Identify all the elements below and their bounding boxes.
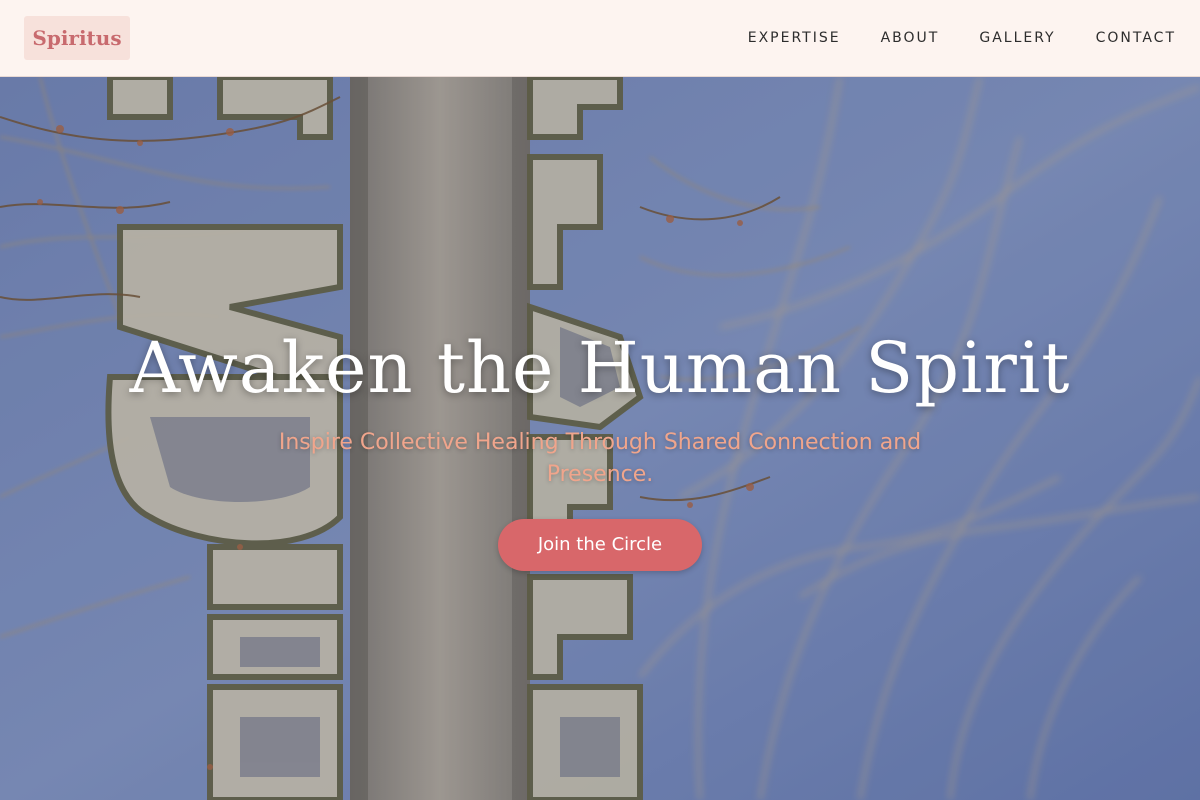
hero-section: Awaken the Human Spirit Inspire Collecti… (0, 77, 1200, 800)
hero-subtitle: Inspire Collective Healing Through Share… (278, 430, 922, 487)
nav-about[interactable]: ABOUT (881, 30, 940, 46)
hero-content: Awaken the Human Spirit Inspire Collecti… (0, 327, 1200, 571)
join-circle-button[interactable]: Join the Circle (497, 519, 703, 571)
nav-contact[interactable]: CONTACT (1096, 30, 1176, 46)
main-nav: EXPERTISE ABOUT GALLERY CONTACT (748, 0, 1176, 76)
nav-expertise[interactable]: EXPERTISE (748, 30, 841, 46)
site-header: Spiritus EXPERTISE ABOUT GALLERY CONTACT (0, 0, 1200, 77)
hero-title: Awaken the Human Spirit (129, 327, 1071, 409)
logo[interactable]: Spiritus (24, 16, 130, 60)
nav-gallery[interactable]: GALLERY (979, 30, 1055, 46)
page: Spiritus EXPERTISE ABOUT GALLERY CONTACT (0, 0, 1200, 800)
